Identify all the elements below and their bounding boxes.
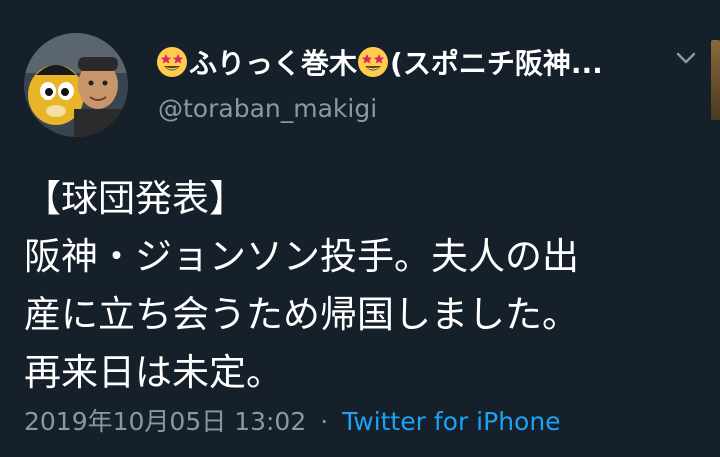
tweet-line: 再来日は未定。 (24, 351, 283, 394)
adjacent-image-edge (711, 40, 720, 120)
star-struck-emoji-icon (358, 47, 389, 77)
avatar-photo (24, 33, 128, 137)
tweet-line: 阪神・ジョンソン投手。夫人の出 (24, 235, 579, 278)
chevron-down-icon (676, 52, 696, 64)
tweet-menu-button[interactable] (672, 44, 700, 72)
display-name-suffix: (スポニチ阪神... (390, 47, 603, 80)
avatar[interactable] (24, 33, 128, 137)
display-name-text: ふりっく巻木 (189, 47, 358, 80)
tweet-card: ふりっく巻木 (スポニチ阪神... @toraban_makigi 【球団発表】… (0, 0, 720, 457)
tweet-text: 【球団発表】 阪神・ジョンソン投手。夫人の出 産に立ち会うため帰国しました。 再… (24, 170, 704, 402)
tweet-metadata: 2019年10月05日 13:02 · Twitter for iPhone (24, 402, 561, 438)
star-struck-emoji-icon (157, 47, 187, 77)
tweet-timestamp[interactable]: 2019年10月05日 13:02 (24, 407, 306, 436)
display-name[interactable]: ふりっく巻木 (スポニチ阪神... (156, 40, 666, 84)
tweet-line: 産に立ち会うため帰国しました。 (24, 293, 579, 336)
tweet-source-link[interactable]: Twitter for iPhone (342, 407, 560, 436)
user-handle[interactable]: @toraban_makigi (158, 94, 377, 123)
separator-dot: · (320, 407, 329, 436)
tweet-line: 【球団発表】 (24, 177, 246, 220)
